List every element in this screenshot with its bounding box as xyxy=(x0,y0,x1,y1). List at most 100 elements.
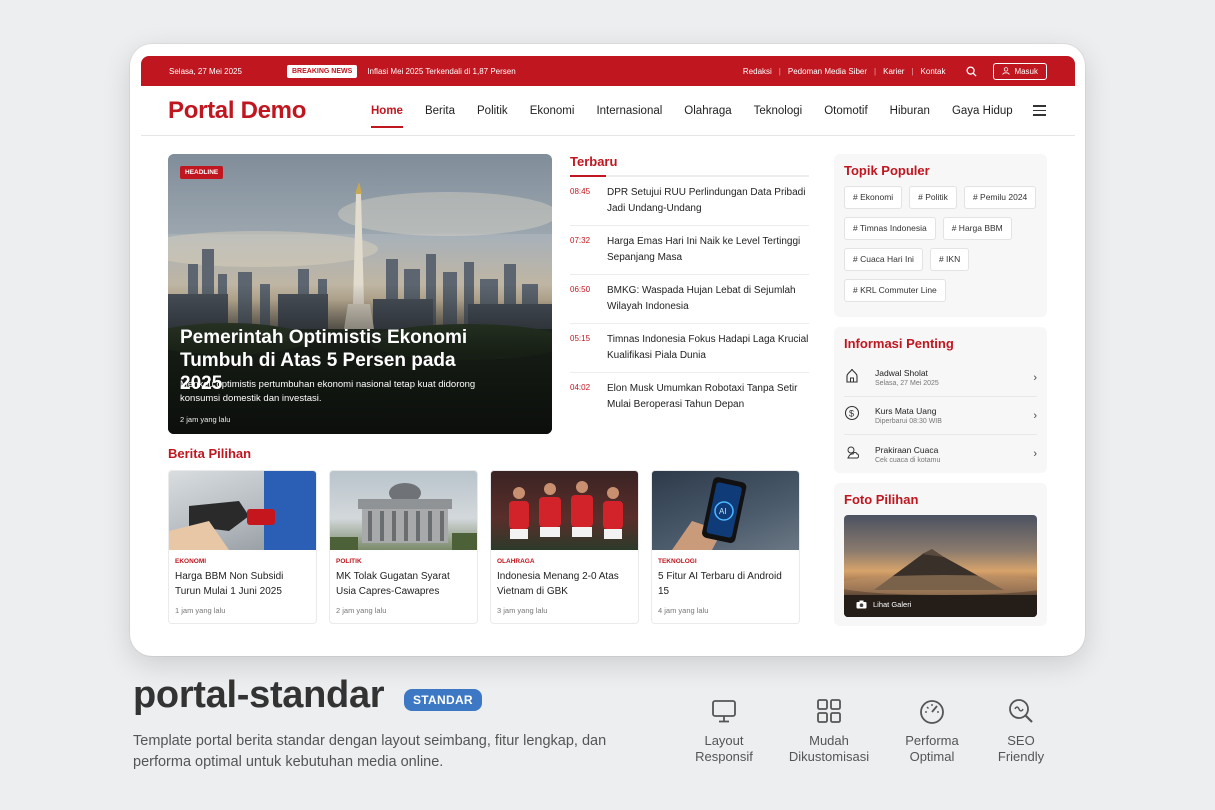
headline-card[interactable]: HEADLINE Pemerintah Optimistis Ekonomi T… xyxy=(168,154,552,434)
card-category: OLAHRAGA xyxy=(497,558,535,565)
topic-chip[interactable]: # KRL Commuter Line xyxy=(844,279,946,302)
topic-chip[interactable]: # Cuaca Hari Ini xyxy=(844,248,923,271)
card-image-phone: AI xyxy=(652,471,799,550)
headline-tag: HEADLINE xyxy=(180,166,224,179)
list-item-time: 08:45 xyxy=(570,187,591,196)
news-card-politik[interactable]: POLITIK MK Tolak Gugatan Syarat Usia Cap… xyxy=(329,470,478,624)
card-category: EKONOMI xyxy=(175,558,207,565)
camera-icon xyxy=(856,600,867,609)
list-item-title[interactable]: DPR Setujui RUU Perlindungan Data Pribad… xyxy=(607,185,809,216)
user-icon xyxy=(1002,67,1011,75)
feature-seo-friendly: SEO Friendly xyxy=(966,697,1076,766)
list-item[interactable]: 05:15 Timnas Indonesia Fokus Hadapi Laga … xyxy=(570,324,809,373)
nav-item-ekonomi[interactable]: Ekonomi xyxy=(519,86,586,136)
card-time: 3 jam yang lalu xyxy=(497,606,548,615)
foto-pilihan-heading: Foto Pilihan xyxy=(844,492,919,507)
feature-line1: Layout xyxy=(704,733,744,748)
nav-item-gaya-hidup[interactable]: Gaya Hidup xyxy=(941,86,1024,136)
news-card-olahraga[interactable]: OLAHRAGA Indonesia Menang 2-0 Atas Vietn… xyxy=(490,470,639,624)
topic-chip[interactable]: # Ekonomi xyxy=(844,186,903,209)
main-nav: Portal Demo Home Berita Politik Ekonomi … xyxy=(141,86,1075,136)
breaking-news-badge: BREAKING NEWS xyxy=(287,64,358,78)
news-card-teknologi[interactable]: AI TEKNOLOGI 5 Fitur AI Terbaru di Andro… xyxy=(651,470,800,624)
nav-item-home[interactable]: Home xyxy=(360,86,414,136)
topik-chips: # Ekonomi # Politik # Pemilu 2024 # Timn… xyxy=(834,186,1047,314)
list-item-time: 07:32 xyxy=(570,236,591,245)
top-link-redaksi[interactable]: Redaksi xyxy=(736,67,779,76)
grid-icon xyxy=(774,697,884,729)
card-category: TEKNOLOGI xyxy=(658,558,697,565)
info-item-cuaca[interactable]: Prakiraan Cuaca Cek cuaca di kotamu › xyxy=(844,435,1037,473)
list-item[interactable]: 04:02 Elon Musk Umumkan Robotaxi Tanpa Se… xyxy=(570,373,809,421)
breaking-news-text[interactable]: Inflasi Mei 2025 Terkendali di 1,87 Pers… xyxy=(367,67,515,76)
informasi-penting-heading: Informasi Penting xyxy=(844,336,954,351)
nav-item-otomotif[interactable]: Otomotif xyxy=(813,86,878,136)
info-sub: Selasa, 27 Mei 2025 xyxy=(875,380,939,387)
card-image-building xyxy=(330,471,477,550)
topik-populer-box: Topik Populer # Ekonomi # Politik # Pemi… xyxy=(834,154,1047,317)
headline-summary: Menkeu optimistis pertumbuhan ekonomi na… xyxy=(180,379,476,405)
card-title[interactable]: 5 Fitur AI Terbaru di Android 15 xyxy=(658,569,793,600)
card-time: 4 jam yang lalu xyxy=(658,606,709,615)
feature-line2: Dikustomisasi xyxy=(788,749,870,765)
headline-time: 2 jam yang lalu xyxy=(180,415,231,424)
list-item-title[interactable]: Elon Musk Umumkan Robotaxi Tanpa Setir M… xyxy=(607,381,809,412)
login-label: Masuk xyxy=(1014,66,1038,76)
terbaru-heading: Terbaru xyxy=(570,154,809,177)
list-item[interactable]: 08:45 DPR Setujui RUU Perlindungan Data P… xyxy=(570,177,809,226)
list-item[interactable]: 07:32 Harga Emas Hari Ini Naik ke Level T… xyxy=(570,226,809,275)
topic-chip[interactable]: # Pemilu 2024 xyxy=(963,186,1037,209)
site-logo[interactable]: Portal Demo xyxy=(168,97,360,125)
top-date: Selasa, 27 Mei 2025 xyxy=(169,66,242,76)
card-time: 1 jam yang lalu xyxy=(175,606,226,615)
login-button[interactable]: Masuk xyxy=(993,62,1047,80)
info-sub: Cek cuaca di kotamu xyxy=(875,456,941,464)
info-item-kurs[interactable]: $ Kurs Mata Uang Diperbarui 08:30 WIB › xyxy=(844,397,1037,435)
top-link-kontak[interactable]: Kontak xyxy=(914,67,953,76)
nav-item-berita[interactable]: Berita xyxy=(414,86,466,136)
hamburger-menu-icon[interactable] xyxy=(1033,105,1046,116)
feature-line2: Responsif xyxy=(695,749,753,765)
info-item-jadwal-sholat[interactable]: Jadwal Sholat Selasa, 27 Mei 2025 › xyxy=(844,359,1037,397)
info-title: Prakiraan Cuaca xyxy=(875,444,939,455)
list-item-title[interactable]: Harga Emas Hari Ini Naik ke Level Tertin… xyxy=(607,234,809,265)
nav-item-politik[interactable]: Politik xyxy=(466,86,519,136)
info-sub: Diperbarui 08:30 WIB xyxy=(875,418,942,425)
terbaru-section: Terbaru 08:45 DPR Setujui RUU Perlindunga… xyxy=(570,154,809,421)
list-item-time: 04:02 xyxy=(570,383,591,392)
topic-chip[interactable]: # Timnas Indonesia xyxy=(844,217,936,240)
top-link-pedoman[interactable]: Pedoman Media Siber xyxy=(781,67,874,76)
list-item[interactable]: 06:50 BMKG: Waspada Hujan Lebat di Sejuml… xyxy=(570,275,809,324)
feature-mudah-dikustomisasi: Mudah Dikustomisasi xyxy=(774,697,884,766)
list-item-title[interactable]: BMKG: Waspada Hujan Lebat di Sejumlah Wi… xyxy=(607,283,809,314)
card-image-football xyxy=(491,471,638,550)
news-card-ekonomi[interactable]: EKONOMI Harga BBM Non Subsidi Turun Mula… xyxy=(168,470,317,624)
foto-pilihan-box: Foto Pilihan Lihat Galeri xyxy=(834,483,1047,626)
topic-chip[interactable]: # Politik xyxy=(909,186,957,209)
foto-pilihan-image[interactable]: Lihat Galeri xyxy=(844,515,1037,617)
top-link-karier[interactable]: Karier xyxy=(876,67,911,76)
card-image-fuel xyxy=(169,471,316,550)
card-title[interactable]: MK Tolak Gugatan Syarat Usia Capres-Cawa… xyxy=(336,569,471,600)
search-icon[interactable] xyxy=(966,65,977,77)
chevron-right-icon: › xyxy=(1033,371,1037,384)
info-title: Kurs Mata Uang xyxy=(875,406,937,416)
list-item-time: 06:50 xyxy=(570,285,591,294)
feature-line1: SEO xyxy=(1007,733,1035,748)
nav-menu: Home Berita Politik Ekonomi Internasiona… xyxy=(360,86,1033,136)
topic-chip[interactable]: # Harga BBM xyxy=(942,217,1012,240)
nav-item-teknologi[interactable]: Teknologi xyxy=(743,86,814,136)
nav-item-internasional[interactable]: Internasional xyxy=(585,86,673,136)
list-item-title[interactable]: Timnas Indonesia Fokus Hadapi Laga Kruci… xyxy=(607,332,809,363)
informasi-penting-box: Informasi Penting Jadwal Sholat Selasa, 2… xyxy=(834,327,1047,473)
card-title[interactable]: Indonesia Menang 2-0 Atas Vietnam di GBK xyxy=(497,569,632,600)
topic-chip[interactable]: # IKN xyxy=(929,248,970,271)
lihat-galeri-link[interactable]: Lihat Galeri xyxy=(856,600,911,609)
nav-item-olahraga[interactable]: Olahraga xyxy=(673,86,742,136)
card-title[interactable]: Harga BBM Non Subsidi Turun Mulai 1 Juni… xyxy=(175,569,310,600)
monitor-icon xyxy=(669,697,779,729)
nav-item-hiburan[interactable]: Hiburan xyxy=(879,86,941,136)
chevron-right-icon: › xyxy=(1033,409,1037,422)
feature-line1: Mudah xyxy=(809,733,849,748)
seo-search-icon xyxy=(966,697,1076,729)
